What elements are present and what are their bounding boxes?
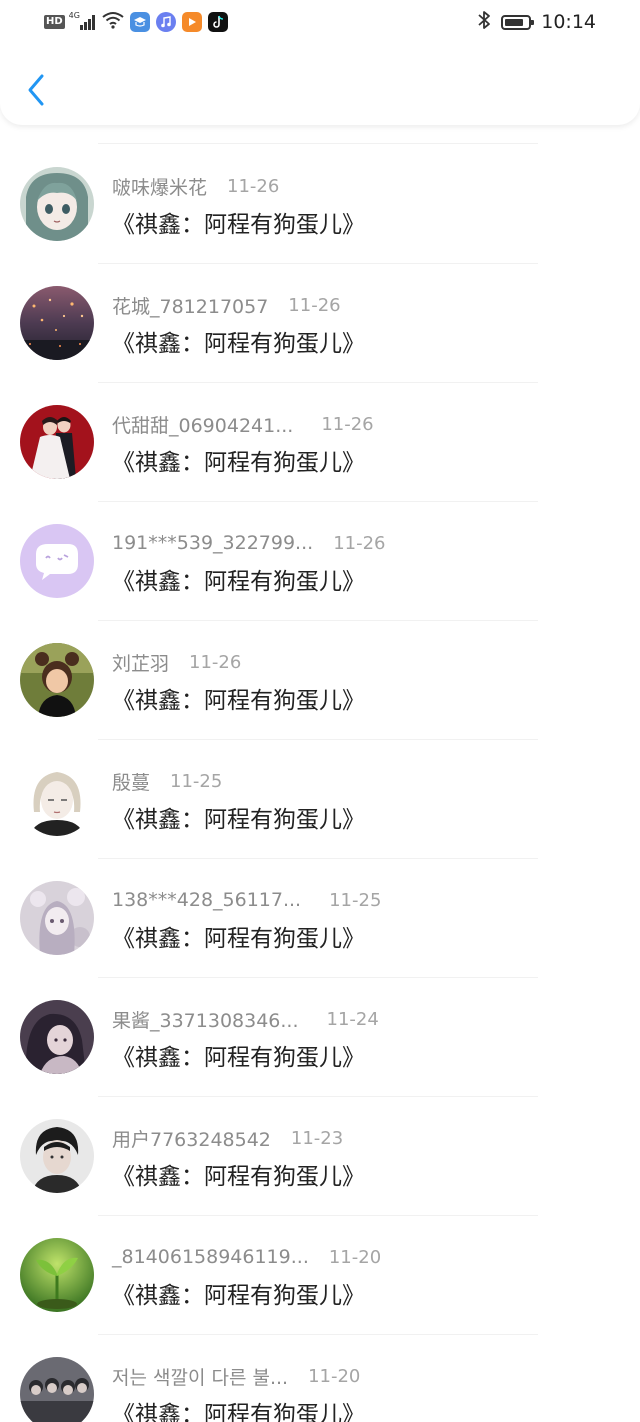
wedding-couple-avatar[interactable] [20, 405, 94, 479]
message-meta: 191***539_322799... 11-26 [112, 530, 386, 556]
username[interactable]: 191***539_322799... [112, 532, 313, 554]
dark-girl-avatar[interactable] [20, 1000, 94, 1074]
message-date: 11-26 [189, 651, 242, 673]
message-date: 11-26 [333, 532, 386, 554]
username[interactable]: 花城_781217057 [112, 292, 268, 319]
username[interactable]: 用户7763248542 [112, 1125, 271, 1152]
chevron-left-icon [28, 74, 44, 106]
video-app-icon [181, 12, 202, 32]
portrait-boy-avatar[interactable] [20, 1119, 94, 1193]
lanterns-night-avatar[interactable] [20, 286, 94, 360]
education-app-icon [129, 12, 150, 32]
status-bar: HD 4G 10:14 [0, 0, 640, 44]
message-content[interactable]: 《祺鑫：阿程有狗蛋儿》 [112, 1157, 365, 1191]
list-item[interactable]: 花城_781217057 11-26 《祺鑫：阿程有狗蛋儿》 [0, 264, 640, 383]
list-divider-top [98, 143, 538, 144]
signal-icon [79, 14, 96, 30]
message-date: 11-20 [308, 1365, 361, 1387]
status-bar-left: HD 4G [44, 10, 228, 34]
list-item[interactable]: _81406158946119... 11-20 《祺鑫：阿程有狗蛋儿》 [0, 1216, 640, 1335]
status-bar-right: 10:14 [477, 10, 596, 34]
message-content[interactable]: 《祺鑫：阿程有狗蛋儿》 [112, 1276, 365, 1310]
message-meta: _81406158946119... 11-20 [112, 1244, 381, 1270]
list-item[interactable]: 138***428_56117... 11-25 《祺鑫：阿程有狗蛋儿》 [0, 859, 640, 978]
message-date: 11-25 [329, 889, 382, 911]
top-bar: HD 4G 10:14 [0, 0, 640, 125]
list-item[interactable]: 저는 색깔이 다른 불... 11-20 《祺鑫：阿程有狗蛋儿》 [0, 1335, 640, 1422]
message-content[interactable]: 《祺鑫：阿程有狗蛋儿》 [112, 205, 365, 239]
message-content[interactable]: 《祺鑫：阿程有狗蛋儿》 [112, 443, 365, 477]
username[interactable]: 啵味爆米花 [112, 173, 207, 200]
message-meta: 果酱_3371308346... 11-24 [112, 1006, 379, 1032]
message-content[interactable]: 《祺鑫：阿程有狗蛋儿》 [112, 1038, 365, 1072]
hd-badge: HD [44, 15, 65, 29]
group-photo-avatar[interactable] [20, 1357, 94, 1422]
child-photo-avatar[interactable] [20, 643, 94, 717]
message-date: 11-23 [290, 1127, 344, 1149]
username[interactable]: _81406158946119... [112, 1246, 309, 1268]
anime-boy-avatar[interactable] [20, 762, 94, 836]
message-date: 11-26 [227, 175, 280, 197]
list-item[interactable]: 果酱_3371308346... 11-24 《祺鑫：阿程有狗蛋儿》 [0, 978, 640, 1097]
sprout-avatar[interactable] [20, 1238, 94, 1312]
username[interactable]: 果酱_3371308346... [112, 1006, 299, 1033]
username[interactable]: 殷蔓 [112, 768, 150, 795]
username[interactable]: 저는 색깔이 다른 불... [112, 1363, 288, 1390]
list-item[interactable]: 刘芷羽 11-26 《祺鑫：阿程有狗蛋儿》 [0, 621, 640, 740]
lace-doll-avatar[interactable] [20, 881, 94, 955]
back-button[interactable] [18, 70, 54, 110]
message-meta: 用户7763248542 11-23 [112, 1125, 343, 1151]
message-meta: 啵味爆米花 11-26 [112, 173, 279, 199]
message-date: 11-25 [170, 770, 223, 792]
list-item[interactable]: 代甜甜_06904241... 11-26 《祺鑫：阿程有狗蛋儿》 [0, 383, 640, 502]
status-time: 10:14 [541, 11, 596, 33]
message-date: 11-26 [288, 294, 341, 316]
message-content[interactable]: 《祺鑫：阿程有狗蛋儿》 [112, 681, 365, 715]
message-content[interactable]: 《祺鑫：阿程有狗蛋儿》 [112, 324, 365, 358]
network-type: 4G [68, 11, 80, 20]
message-content[interactable]: 《祺鑫：阿程有狗蛋儿》 [112, 562, 365, 596]
message-date: 11-24 [326, 1008, 379, 1030]
message-meta: 138***428_56117... 11-25 [112, 887, 381, 913]
username[interactable]: 代甜甜_06904241... [112, 411, 293, 438]
message-content[interactable]: 《祺鑫：阿程有狗蛋儿》 [112, 800, 365, 834]
list-item[interactable]: 用户7763248542 11-23 《祺鑫：阿程有狗蛋儿》 [0, 1097, 640, 1216]
list-item[interactable]: 啵味爆米花 11-26 《祺鑫：阿程有狗蛋儿》 [0, 145, 640, 264]
message-date: 11-26 [321, 413, 374, 435]
message-meta: 저는 색깔이 다른 불... 11-20 [112, 1363, 360, 1389]
battery-fill [505, 18, 524, 26]
list-item[interactable]: 殷蔓 11-25 《祺鑫：阿程有狗蛋儿》 [0, 740, 640, 859]
message-meta: 花城_781217057 11-26 [112, 292, 341, 318]
message-meta: 刘芷羽 11-26 [112, 649, 241, 675]
screen: HD 4G 10:14 啵味爆米花 11-26 《祺鑫：阿程有狗蛋儿》 花城_7… [0, 0, 640, 1422]
default-chat-avatar[interactable] [20, 524, 94, 598]
message-content[interactable]: 《祺鑫：阿程有狗蛋儿》 [112, 1395, 365, 1422]
battery-tip [531, 19, 535, 25]
message-meta: 代甜甜_06904241... 11-26 [112, 411, 374, 437]
music-app-icon [155, 12, 176, 32]
list-item[interactable]: 191***539_322799... 11-26 《祺鑫：阿程有狗蛋儿》 [0, 502, 640, 621]
message-meta: 殷蔓 11-25 [112, 768, 222, 794]
username[interactable]: 138***428_56117... [112, 889, 301, 911]
battery-icon [501, 14, 535, 30]
anime-girl-avatar[interactable] [20, 167, 94, 241]
tiktok-icon [207, 12, 228, 32]
message-content[interactable]: 《祺鑫：阿程有狗蛋儿》 [112, 919, 365, 953]
bluetooth-icon [477, 10, 491, 34]
wifi-icon [102, 11, 124, 33]
message-date: 11-20 [328, 1246, 382, 1268]
username[interactable]: 刘芷羽 [112, 649, 169, 676]
